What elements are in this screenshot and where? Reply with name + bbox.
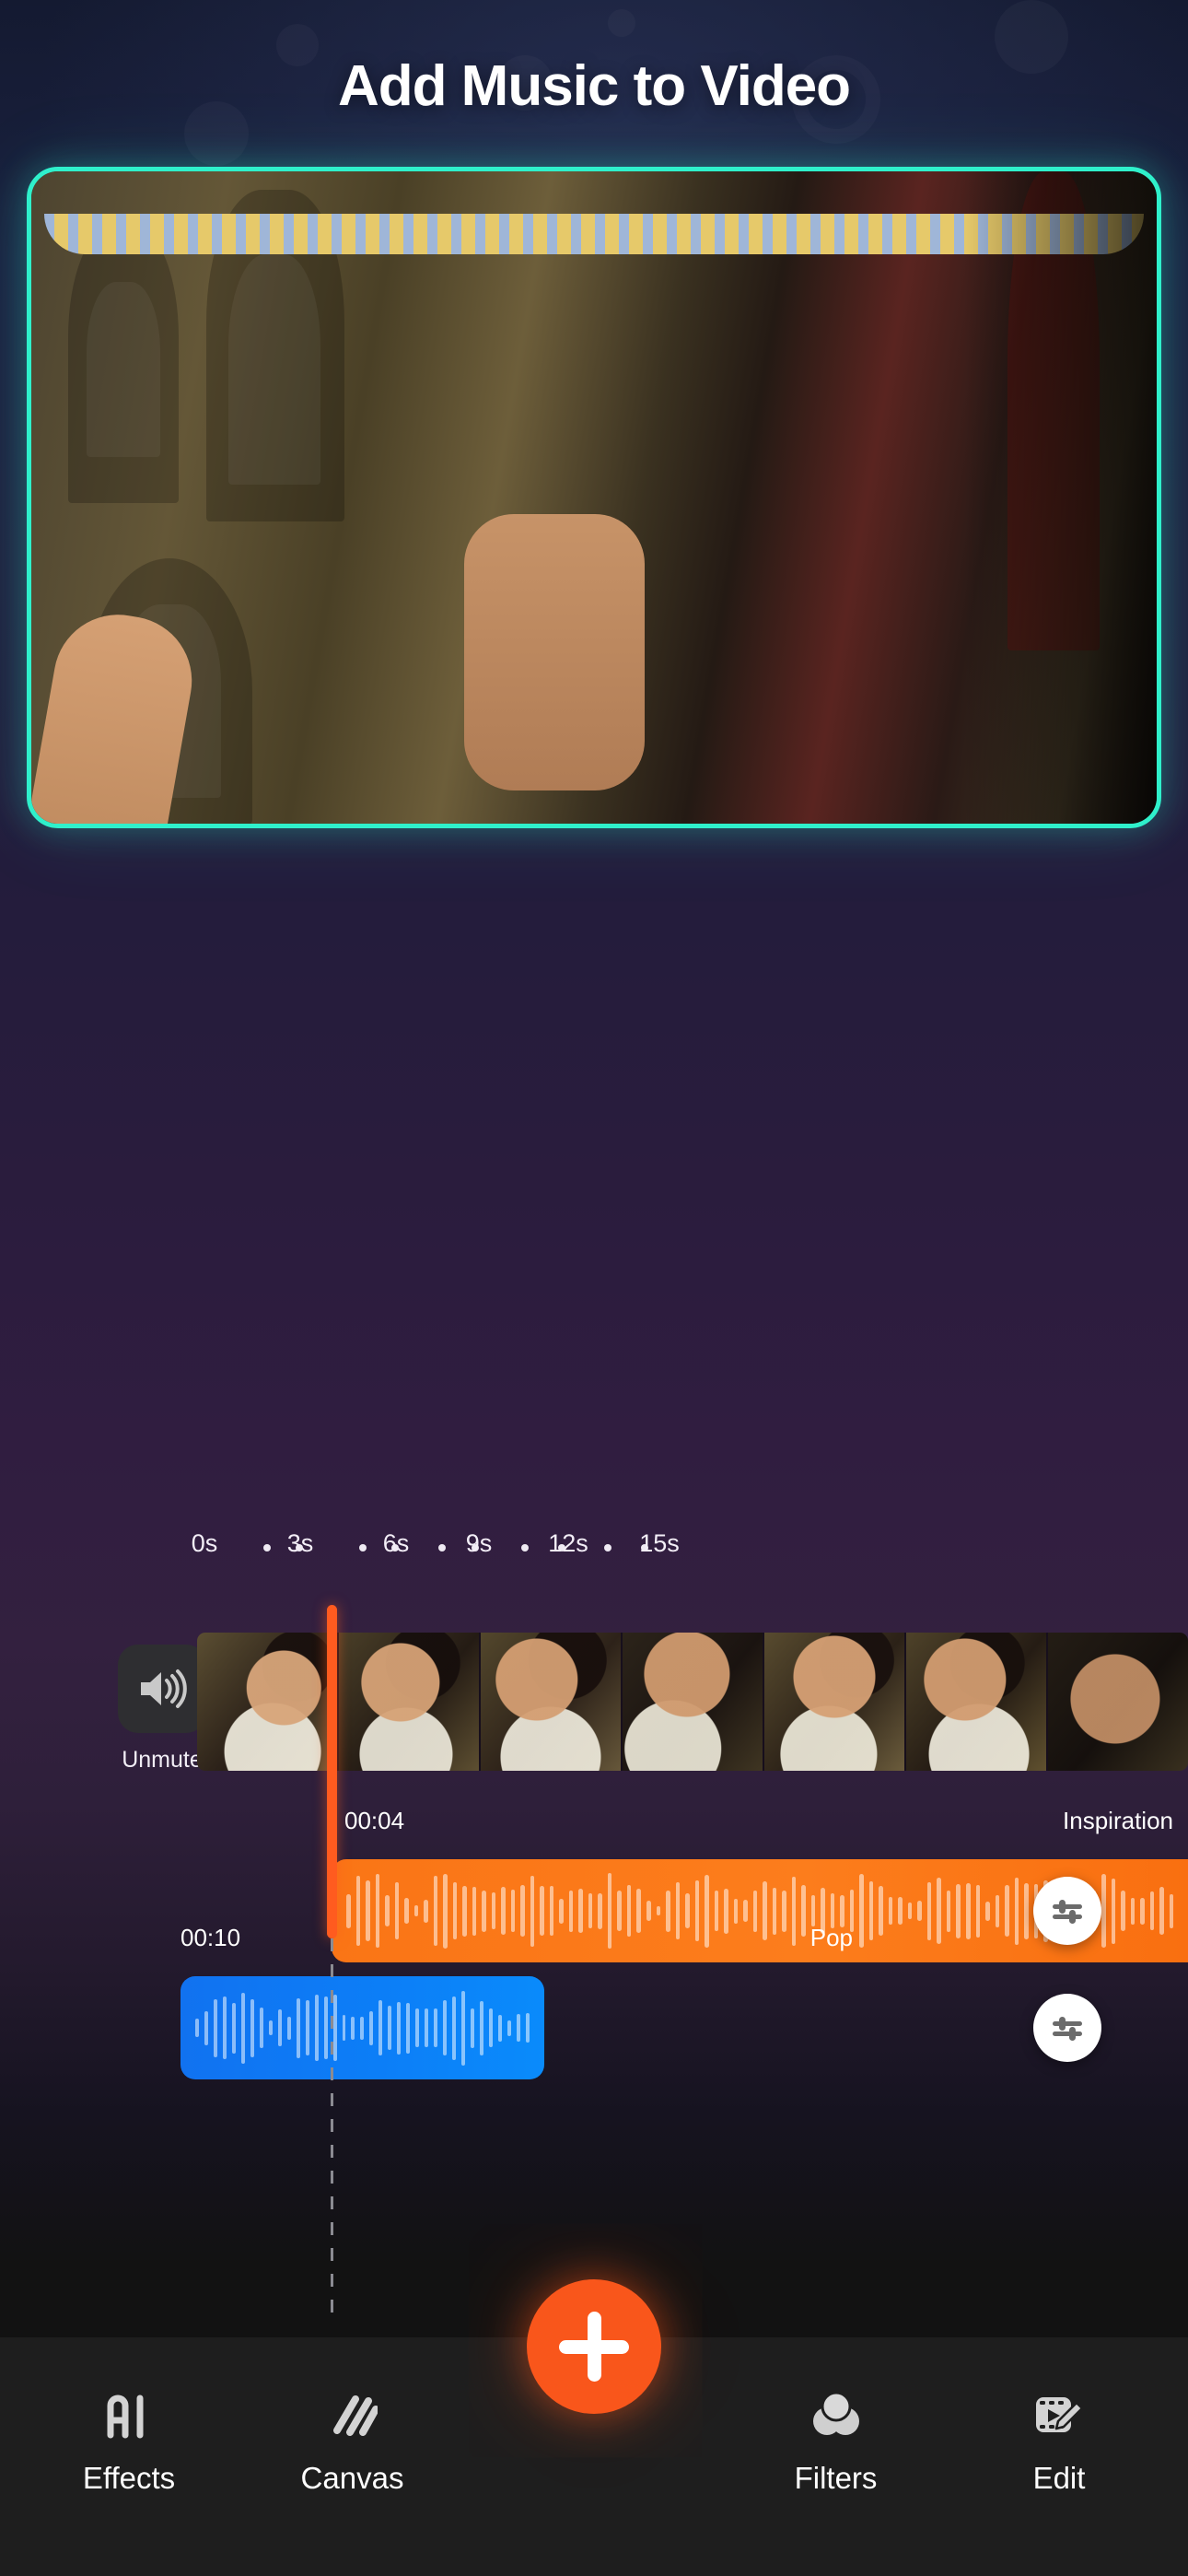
audio-track-2-time: 00:10 xyxy=(181,1924,241,1951)
video-frame-art xyxy=(31,171,1157,824)
ruler-tick: 0s xyxy=(191,1529,218,1557)
filmstrip-frame[interactable] xyxy=(764,1633,906,1771)
playhead-handle[interactable] xyxy=(327,1605,337,1938)
ruler-tick: 6s xyxy=(382,1529,410,1557)
audio-waveform xyxy=(181,1976,544,2079)
ruler-tick: 9s xyxy=(465,1529,493,1557)
video-preview[interactable] xyxy=(27,167,1161,828)
color-circles-icon xyxy=(810,2389,862,2441)
audio-track-1-time: 00:04 xyxy=(344,1807,405,1834)
app-root: Add Music to Video 0s 3s 6s 9s 12s 15s U… xyxy=(0,0,1188,2576)
video-filmstrip[interactable] xyxy=(197,1633,1188,1771)
sliders-icon xyxy=(1053,1900,1082,1924)
bokeh-dot xyxy=(608,9,635,37)
add-media-button[interactable] xyxy=(527,2279,661,2414)
nav-item-edit[interactable]: Edit xyxy=(967,2389,1151,2496)
unmute-button[interactable] xyxy=(118,1645,206,1733)
audio-track-2-settings-button[interactable] xyxy=(1033,1994,1101,2062)
sliders-icon xyxy=(1053,2017,1082,2041)
ruler-subtick xyxy=(263,1544,271,1551)
diagonal-stripes-icon xyxy=(328,2389,378,2441)
ruler-subtick xyxy=(521,1544,529,1551)
nav-item-effects[interactable]: Effects xyxy=(37,2389,221,2496)
playhead-line xyxy=(331,1938,333,2319)
ruler-subtick xyxy=(604,1544,611,1551)
plus-icon xyxy=(587,2312,601,2382)
ruler-tick: 3s xyxy=(286,1529,314,1557)
nav-label-edit: Edit xyxy=(1032,2461,1086,2495)
audio-track-2-clip[interactable] xyxy=(181,1976,544,2079)
audio-track-1-settings-button[interactable] xyxy=(1033,1877,1101,1945)
filmstrip-frame[interactable] xyxy=(906,1633,1048,1771)
ruler-subtick xyxy=(359,1544,367,1551)
nav-item-canvas[interactable]: Canvas xyxy=(261,2389,445,2496)
nav-item-filters[interactable]: Filters xyxy=(744,2389,928,2496)
nav-label-filters: Filters xyxy=(794,2461,878,2495)
audio-track-1-name: Inspiration xyxy=(1063,1807,1173,1834)
filmstrip-frame[interactable] xyxy=(623,1633,764,1771)
ruler-tick: 15s xyxy=(639,1529,680,1557)
speaker-on-icon xyxy=(141,1669,187,1708)
nav-label-effects: Effects xyxy=(82,2461,176,2495)
audio-track-2-header: 00:10 Pop xyxy=(181,1924,853,1957)
ruler-tick: 12s xyxy=(548,1529,588,1557)
audio-track-1-header: 00:04 Inspiration xyxy=(344,1807,1173,1840)
page-title: Add Music to Video xyxy=(337,54,851,118)
ruler-subtick xyxy=(438,1544,446,1551)
ai-icon xyxy=(103,2389,155,2441)
filmstrip-frame[interactable] xyxy=(197,1633,339,1771)
timeline-ruler[interactable]: 0s 3s 6s 9s 12s 15s xyxy=(0,1529,1188,1566)
filmstrip-frame[interactable] xyxy=(339,1633,481,1771)
nav-label-canvas: Canvas xyxy=(300,2461,404,2495)
filmstrip-frame[interactable] xyxy=(481,1633,623,1771)
filmstrip-frame[interactable] xyxy=(1048,1633,1188,1771)
film-pencil-icon xyxy=(1033,2389,1085,2441)
audio-track-2-name: Pop xyxy=(809,1924,853,1951)
